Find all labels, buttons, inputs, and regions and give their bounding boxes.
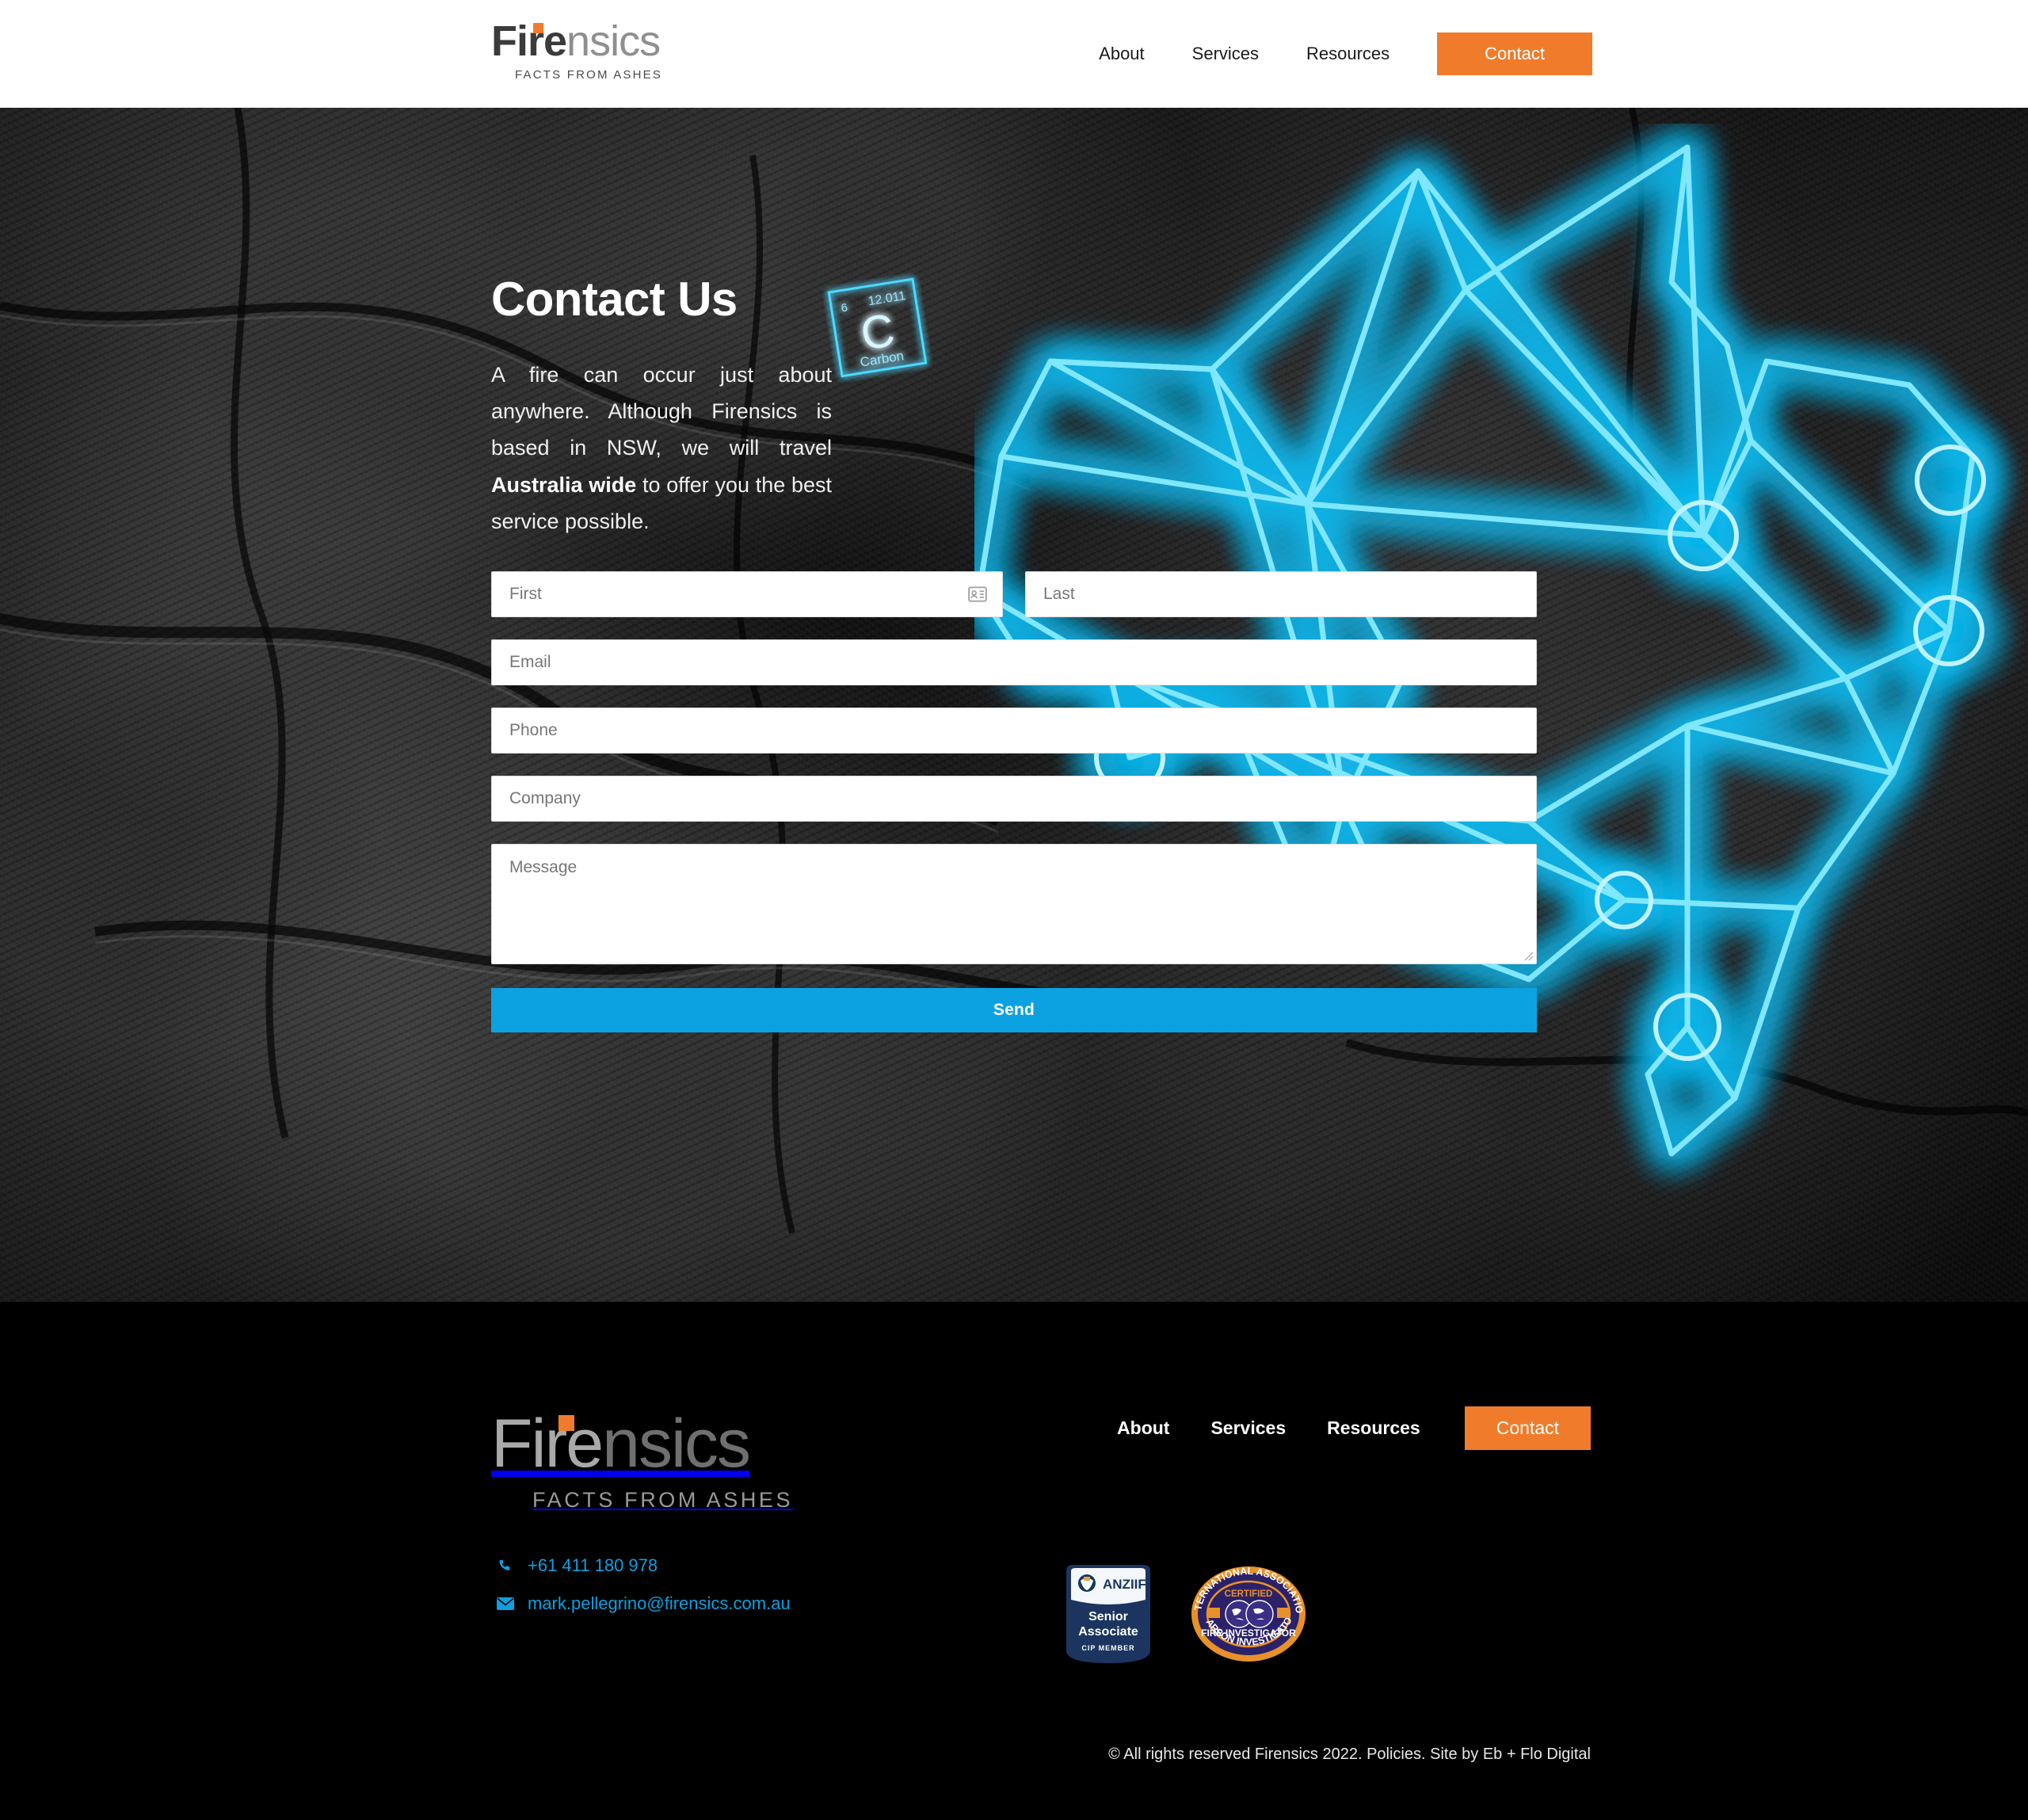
footer-logo-nsics: nsics [602, 1406, 751, 1482]
anziif-line3: CIP MEMBER [1081, 1644, 1134, 1652]
page-title: Contact Us [491, 273, 738, 326]
last-name-field[interactable]: Last [1025, 571, 1537, 617]
footer-nav-item-contact-button[interactable]: Contact [1464, 1406, 1591, 1450]
footer-logo-wordmark: Firensics [491, 1409, 793, 1479]
anziif-line1: Senior [1088, 1610, 1128, 1624]
footer-email-text: mark.pellegrino@firensics.com.au [528, 1593, 791, 1613]
envelope-icon [497, 1597, 514, 1610]
header-nav: About Services Resources Contact [1075, 0, 1592, 108]
name-row: First Last [491, 571, 1537, 617]
phone-field[interactable]: Phone [491, 708, 1537, 754]
header-logo-dot-icon [533, 23, 543, 33]
header-logo-nsics: nsics [566, 17, 661, 65]
footer-copyright: © All rights reserved Firensics 2022. Po… [1108, 1746, 1591, 1763]
anziif-line2: Associate [1078, 1625, 1138, 1639]
phone-icon [499, 1559, 510, 1570]
last-name-placeholder: Last [1043, 585, 1075, 603]
company-row: Company [491, 776, 1537, 822]
carbon-atomic-number: 6 [840, 301, 848, 315]
footer-phone-text: +61 411 180 978 [528, 1555, 658, 1575]
page-root: Firensics FACTS FROM ASHES About Service… [0, 0, 2028, 1820]
message-field[interactable]: Message [491, 844, 1537, 964]
hero-paragraph-part1: A fire can occur just about anywhere. Al… [491, 362, 832, 460]
footer-logo-tagline: FACTS FROM ASHES [532, 1488, 794, 1512]
contact-form: First Last Email Phone Company Message S… [491, 571, 1537, 1032]
header-logo-tagline: FACTS FROM ASHES [515, 68, 663, 82]
email-placeholder: Email [509, 653, 551, 671]
footer-nav: About Services Resources Contact [1096, 1406, 1591, 1450]
footer-email-link[interactable]: mark.pellegrino@firensics.com.au [496, 1593, 791, 1614]
send-button[interactable]: Send [491, 988, 1537, 1032]
hero-paragraph: A fire can occur just about anywhere. Al… [491, 357, 832, 540]
footer-nav-item-about[interactable]: About [1096, 1417, 1190, 1439]
footer-contact-details: +61 411 180 978 mark.pellegrino@firensic… [496, 1555, 791, 1631]
first-name-field[interactable]: First [491, 571, 1003, 617]
phone-row: Phone [491, 708, 1537, 754]
nav-item-services[interactable]: Services [1168, 0, 1283, 108]
footer-logo-dot-icon [558, 1415, 574, 1431]
footer-logo[interactable]: Firensics FACTS FROM ASHES [491, 1409, 793, 1513]
nav-item-contact-button[interactable]: Contact [1437, 32, 1592, 75]
email-row: Email [491, 639, 1537, 685]
iaai-role-text: FIRE INVESTIGATOR [1201, 1627, 1296, 1639]
first-name-placeholder: First [509, 585, 542, 603]
header-logo-fire: Fire [491, 17, 567, 65]
carbon-element-icon: 6 12.011 C Carbon [827, 277, 928, 378]
site-footer: Firensics FACTS FROM ASHES +61 411 180 9… [0, 1302, 2028, 1820]
iaai-certified-text: CERTIFIED [1225, 1589, 1273, 1599]
company-placeholder: Company [509, 789, 581, 807]
iaai-badge-icon: INTERNATIONAL ASSOCIATION OF ARSON INVES… [1190, 1565, 1306, 1662]
footer-phone-link[interactable]: +61 411 180 978 [496, 1555, 791, 1576]
phone-placeholder: Phone [509, 721, 558, 739]
footer-nav-item-services[interactable]: Services [1190, 1417, 1306, 1439]
header-logo[interactable]: Firensics FACTS FROM ASHES [491, 19, 662, 82]
nav-item-resources[interactable]: Resources [1283, 0, 1413, 108]
header-container: Firensics FACTS FROM ASHES About Service… [349, 0, 1679, 108]
header-logo-wordmark: Firensics [491, 19, 662, 63]
footer-container: Firensics FACTS FROM ASHES +61 411 180 9… [349, 1302, 1679, 1820]
site-header: Firensics FACTS FROM ASHES About Service… [0, 0, 2028, 108]
contact-card-icon[interactable] [967, 584, 988, 605]
company-field[interactable]: Company [491, 776, 1537, 822]
message-placeholder: Message [509, 858, 578, 876]
anziif-brand-text: ANZIIF [1103, 1577, 1146, 1592]
hero-paragraph-emphasis: Australia wide [491, 472, 637, 497]
hero-copy: Contact Us A fire can occur just about a… [491, 274, 832, 540]
footer-nav-item-resources[interactable]: Resources [1306, 1417, 1441, 1439]
hero-section: Contact Us A fire can occur just about a… [0, 108, 2028, 1302]
nav-item-about[interactable]: About [1075, 0, 1168, 108]
footer-logo-fire: Fire [491, 1406, 604, 1482]
hero-container: Contact Us A fire can occur just about a… [349, 108, 1679, 1302]
footer-badges: ANZIIF Senior Associate CIP MEMBER INTER… [1062, 1562, 1307, 1666]
resize-handle-icon[interactable] [1521, 948, 1534, 961]
email-field[interactable]: Email [491, 639, 1537, 685]
anziif-badge-icon: ANZIIF Senior Associate CIP MEMBER [1066, 1565, 1150, 1663]
